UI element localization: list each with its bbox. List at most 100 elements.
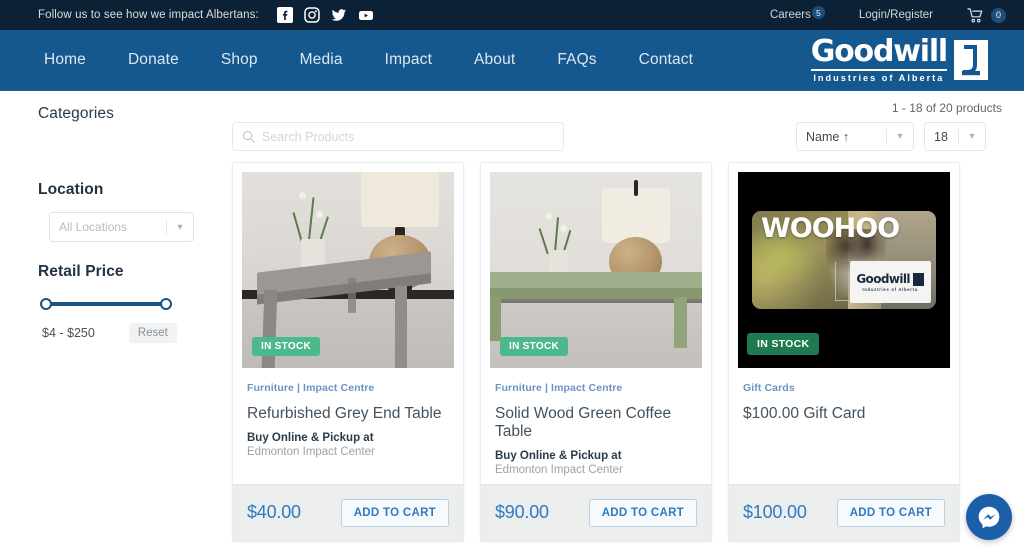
pickup-location: Edmonton Impact Center — [495, 463, 623, 476]
slider-track — [42, 302, 170, 306]
product-info: Furniture | Impact Centre Solid Wood Gre… — [481, 368, 711, 484]
product-price: $90.00 — [495, 502, 549, 523]
product-image-frame: WOOHOO Goodwill Industries of Alberta IN… — [729, 163, 959, 368]
utility-bar-left: Follow us to see how we impact Albertans… — [38, 7, 374, 23]
gift-card-brand: Goodwill — [856, 272, 910, 287]
gift-card-headline: WOOHOO — [760, 213, 900, 245]
youtube-icon[interactable] — [358, 7, 374, 23]
product-title[interactable]: Solid Wood Green Coffee Table — [495, 405, 697, 441]
stock-badge: IN STOCK — [252, 337, 320, 356]
nav-item-donate[interactable]: Donate — [107, 51, 200, 69]
careers-label: Careers — [769, 9, 811, 21]
price-range-slider[interactable] — [40, 297, 172, 311]
add-to-cart-button[interactable]: ADD TO CART — [340, 498, 449, 527]
product-grid: IN STOCK Furniture | Impact Centre Refur… — [228, 151, 1008, 542]
utility-bar-right: Careers 5 Login/Register 0 — [769, 6, 1006, 24]
location-heading: Location — [38, 181, 104, 198]
product-card[interactable]: IN STOCK Furniture | Impact Centre Solid… — [480, 162, 712, 542]
listing-toolbar: Name ↑ ▾ 18 ▾ — [228, 91, 1008, 151]
location-select-value: All Locations — [59, 220, 128, 234]
product-image-green-coffee-table[interactable]: IN STOCK — [490, 172, 702, 368]
product-category-link[interactable]: Gift Cards — [743, 382, 795, 394]
cart-count-badge: 0 — [991, 7, 1006, 23]
follow-us-text: Follow us to see how we impact Albertans… — [38, 9, 259, 21]
product-purchase-row: $90.00 ADD TO CART — [481, 483, 711, 541]
sort-select[interactable]: Name ↑ ▾ — [796, 122, 914, 151]
careers-link[interactable]: Careers 5 — [769, 6, 825, 21]
logo-text: Goodwill Industries of Alberta — [810, 34, 948, 83]
gift-card-brand-sub: Industries of Alberta — [862, 287, 918, 293]
product-image-frame: IN STOCK — [233, 163, 463, 368]
product-purchase-row: $40.00 ADD TO CART — [233, 483, 463, 541]
sort-select-value: Name ↑ — [806, 129, 850, 144]
gift-card-art: WOOHOO Goodwill Industries of Alberta — [751, 211, 937, 310]
cart-button[interactable]: 0 — [967, 7, 1006, 24]
product-title[interactable]: Refurbished Grey End Table — [247, 405, 449, 423]
search-icon — [242, 130, 255, 143]
product-card[interactable]: WOOHOO Goodwill Industries of Alberta IN… — [728, 162, 960, 542]
utility-bar: Follow us to see how we impact Albertans… — [0, 0, 1024, 30]
facebook-icon[interactable] — [276, 7, 293, 23]
search-input[interactable] — [262, 129, 563, 144]
location-select[interactable]: All Locations ▾ — [49, 212, 194, 242]
product-info: Furniture | Impact Centre Refurbished Gr… — [233, 368, 463, 484]
page-size-value: 18 — [934, 129, 948, 144]
sort-and-pagesize: Name ↑ ▾ 18 ▾ — [796, 122, 1002, 151]
careers-badge: 5 — [811, 6, 825, 19]
nav-item-contact[interactable]: Contact — [618, 51, 714, 69]
pickup-location: Edmonton Impact Center — [247, 445, 375, 458]
nav-links: Home Donate Shop Media Impact About FAQs… — [38, 51, 714, 69]
gift-card-logo-panel: Goodwill Industries of Alberta — [849, 261, 931, 304]
pickup-label: Buy Online & Pickup at — [247, 431, 374, 444]
product-price: $40.00 — [247, 502, 301, 523]
price-range-value: $4 - $250 — [42, 326, 95, 340]
slider-handle-max[interactable] — [160, 298, 172, 310]
retail-price-heading: Retail Price — [38, 263, 124, 280]
product-purchase-row: $100.00 ADD TO CART — [729, 483, 959, 541]
page-body: Categories Location All Locations ▾ Reta… — [0, 91, 1024, 548]
product-image-gift-card[interactable]: WOOHOO Goodwill Industries of Alberta IN… — [738, 172, 950, 368]
add-to-cart-button[interactable]: ADD TO CART — [588, 498, 697, 527]
nav-item-faqs[interactable]: FAQs — [536, 51, 617, 69]
nav-item-home[interactable]: Home — [38, 51, 107, 69]
product-card[interactable]: IN STOCK Furniture | Impact Centre Refur… — [232, 162, 464, 542]
product-title[interactable]: $100.00 Gift Card — [743, 405, 945, 423]
slider-handle-min[interactable] — [40, 298, 52, 310]
product-category-link[interactable]: Furniture | Impact Centre — [247, 382, 374, 394]
filters-sidebar: Categories Location All Locations ▾ Reta… — [0, 91, 228, 548]
results-count: 1 - 18 of 20 products — [891, 101, 1002, 115]
reset-filters-button[interactable]: Reset — [128, 323, 177, 343]
chevron-down-icon: ▾ — [177, 221, 183, 233]
chevron-down-icon: ▾ — [969, 131, 975, 142]
product-category-link[interactable]: Furniture | Impact Centre — [495, 382, 622, 394]
nav-item-shop[interactable]: Shop — [200, 51, 279, 69]
nav-item-impact[interactable]: Impact — [364, 51, 453, 69]
categories-heading: Categories — [38, 105, 114, 122]
product-image-grey-end-table[interactable]: IN STOCK — [242, 172, 454, 368]
search-products-box[interactable] — [232, 122, 564, 151]
logo-wordmark: Goodwill — [810, 34, 948, 69]
goodwill-smile-g-icon — [912, 272, 924, 286]
main-navigation: Home Donate Shop Media Impact About FAQs… — [0, 30, 1024, 91]
price-row: $4 - $250 Reset — [42, 323, 206, 343]
product-price: $100.00 — [743, 502, 807, 523]
product-info: Gift Cards $100.00 Gift Card — [729, 368, 959, 484]
stock-badge: IN STOCK — [500, 337, 568, 356]
logo-tagline: Industries of Alberta — [813, 73, 945, 83]
add-to-cart-button[interactable]: ADD TO CART — [836, 498, 945, 527]
messenger-chat-button[interactable] — [966, 494, 1012, 540]
logo-divider — [810, 69, 947, 71]
twitter-icon[interactable] — [331, 7, 347, 23]
social-links — [276, 7, 374, 23]
stock-badge: IN STOCK — [747, 333, 820, 355]
product-listing: 1 - 18 of 20 products Name ↑ ▾ — [228, 91, 1024, 548]
product-image-frame: IN STOCK — [481, 163, 711, 368]
nav-item-about[interactable]: About — [453, 51, 536, 69]
login-register-link[interactable]: Login/Register — [859, 9, 933, 21]
nav-item-media[interactable]: Media — [279, 51, 364, 69]
messenger-icon — [974, 502, 1004, 532]
pickup-label: Buy Online & Pickup at — [495, 449, 622, 462]
page-size-select[interactable]: 18 ▾ — [924, 122, 986, 151]
instagram-icon[interactable] — [304, 7, 320, 23]
site-logo[interactable]: Goodwill Industries of Alberta — [810, 34, 1008, 83]
